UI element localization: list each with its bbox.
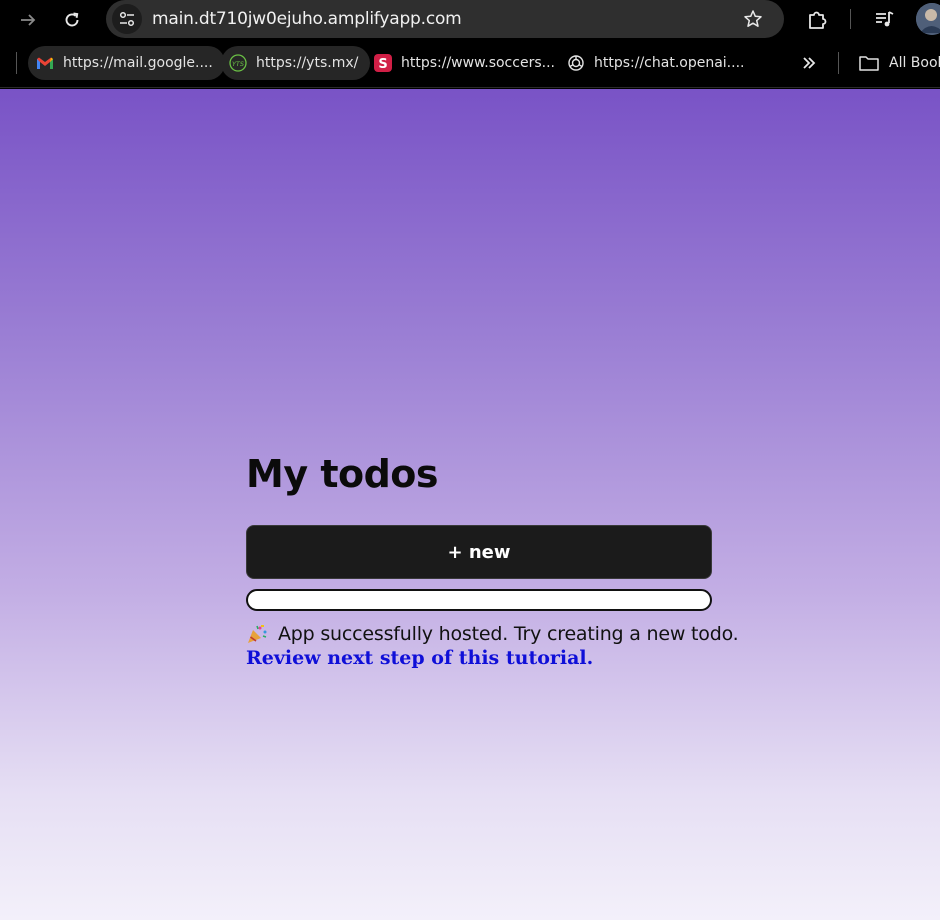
todo-app: My todos + new App successfully hosted. … bbox=[246, 449, 739, 669]
chevron-double-right-icon bbox=[803, 57, 816, 69]
bookmark-soccer[interactable]: S https://www.soccers... bbox=[366, 46, 567, 80]
reload-icon bbox=[65, 12, 79, 27]
soccer-s-icon: S bbox=[374, 54, 392, 72]
bookmarks-divider bbox=[838, 52, 839, 74]
toolbar-divider bbox=[850, 9, 851, 29]
tune-icon bbox=[119, 11, 135, 27]
reload-button[interactable] bbox=[58, 6, 86, 34]
tutorial-link[interactable]: Review next step of this tutorial. bbox=[246, 647, 712, 669]
gmail-icon bbox=[36, 54, 54, 72]
extensions-button[interactable] bbox=[803, 6, 831, 34]
openai-icon bbox=[567, 54, 585, 72]
forward-button[interactable] bbox=[14, 6, 42, 34]
bookmarks-divider bbox=[16, 52, 17, 74]
bookmark-label: https://mail.google.... bbox=[63, 55, 213, 71]
new-todo-button[interactable]: + new bbox=[246, 525, 712, 579]
url-text[interactable]: main.dt710jw0ejuho.amplifyapp.com bbox=[152, 9, 462, 29]
star-icon bbox=[744, 10, 762, 27]
bookmarks-bar: https://mail.google.... YTS https://yts.… bbox=[0, 40, 940, 88]
todo-list bbox=[246, 589, 712, 611]
message-text: App successfully hosted. Try creating a … bbox=[278, 623, 739, 645]
bookmark-label: https://chat.openai.... bbox=[594, 55, 745, 71]
more-bookmarks-button[interactable] bbox=[795, 49, 823, 77]
page-title: My todos bbox=[246, 452, 439, 496]
bookmark-label: https://yts.mx/ bbox=[256, 55, 359, 71]
bookmark-gmail[interactable]: https://mail.google.... bbox=[28, 46, 225, 80]
party-icon bbox=[246, 624, 268, 644]
svg-text:S: S bbox=[378, 57, 387, 72]
all-bookmarks-folder[interactable]: All Book bbox=[852, 46, 940, 80]
yts-icon: YTS bbox=[229, 54, 247, 72]
browser-toolbar: main.dt710jw0ejuho.amplifyapp.com bbox=[0, 0, 940, 40]
bookmark-star-button[interactable] bbox=[740, 6, 766, 32]
media-control-button[interactable] bbox=[870, 6, 898, 34]
address-bar[interactable]: main.dt710jw0ejuho.amplifyapp.com bbox=[106, 0, 784, 38]
folder-icon bbox=[858, 54, 880, 72]
profile-avatar[interactable] bbox=[916, 3, 940, 35]
puzzle-icon bbox=[809, 11, 827, 29]
forward-arrow-icon bbox=[21, 14, 36, 26]
queue-music-icon bbox=[876, 11, 894, 27]
hosted-message: App successfully hosted. Try creating a … bbox=[246, 623, 739, 645]
bookmark-chatgpt[interactable]: https://chat.openai.... bbox=[559, 46, 756, 80]
bookmark-label: https://www.soccers... bbox=[401, 55, 555, 71]
page-viewport: My todos + new App successfully hosted. … bbox=[0, 89, 940, 920]
site-info-button[interactable] bbox=[112, 4, 142, 34]
all-bookmarks-label: All Book bbox=[889, 55, 940, 71]
avatar-icon bbox=[916, 3, 940, 35]
svg-text:YTS: YTS bbox=[232, 60, 244, 68]
bookmark-yts[interactable]: YTS https://yts.mx/ bbox=[221, 46, 371, 80]
